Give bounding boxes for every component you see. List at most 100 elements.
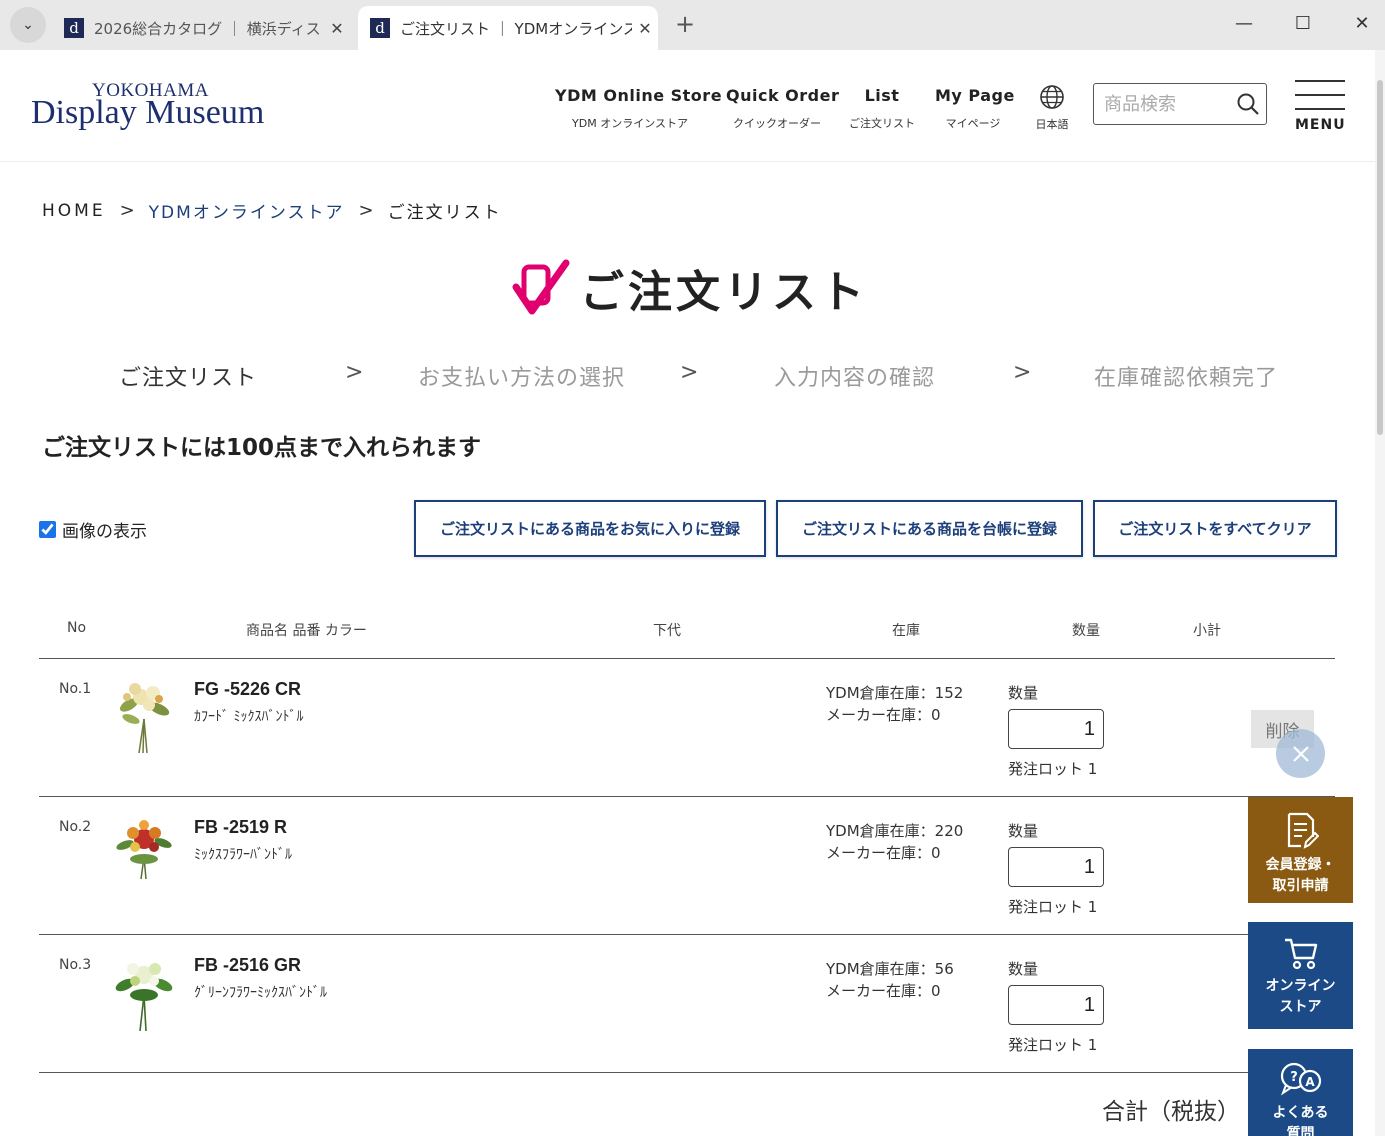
tab-close-icon[interactable]: ✕ <box>632 19 658 38</box>
tab-title: ご注文リスト ｜ YDMオンラインスト <box>400 19 632 38</box>
faq-line2: 質問 <box>1286 1126 1315 1136</box>
faq-button[interactable]: ? A よくある 質問 <box>1248 1049 1353 1136</box>
chevron-right-icon: > <box>119 200 135 221</box>
order-lot: 発注ロット 1 <box>1008 760 1098 778</box>
browser-tab-catalog[interactable]: d 2026総合カタログ ｜ 横浜ディス ✕ <box>58 6 350 50</box>
maker-stock: メーカー在庫：0 <box>826 982 941 1000</box>
menu-label: MENU <box>1295 117 1346 133</box>
logo-main-text[interactable]: Display Museum <box>31 94 264 132</box>
table-row: No.1 FG -5226 CR ｶﾌｰﾄﾞ ﾐｯｸｽﾊﾞﾝﾄﾞﾙ YDM倉庫在… <box>39 659 1335 796</box>
page-title-block: ご注文リスト <box>512 256 868 320</box>
browser-tab-order-list[interactable]: d ご注文リスト ｜ YDMオンラインスト ✕ <box>358 6 658 50</box>
site-favicon-icon: d <box>64 18 84 38</box>
floating-close-button[interactable] <box>1276 729 1325 778</box>
nav-my-page[interactable]: My Page マイページ <box>935 86 1015 131</box>
breadcrumb-home[interactable]: HOME <box>42 201 106 221</box>
order-lot: 発注ロット 1 <box>1008 1036 1098 1054</box>
quantity-input[interactable] <box>1008 985 1104 1025</box>
table-row: No.2 FB -2519 R ﾐｯｸｽﾌﾗﾜｰﾊﾞﾝﾄﾞﾙ YDM倉庫在庫：2… <box>39 797 1335 934</box>
window-close-button[interactable]: ✕ <box>1347 10 1377 38</box>
scrollbar-thumb[interactable] <box>1377 80 1383 435</box>
add-to-ledger-button[interactable]: ご注文リストにある商品を台帳に登録 <box>776 500 1083 557</box>
maker-stock: メーカー在庫：0 <box>826 706 941 724</box>
tab-search-button[interactable]: ⌄ <box>10 7 46 43</box>
quantity-label: 数量 <box>1008 684 1039 702</box>
chevron-down-icon: ⌄ <box>22 17 34 33</box>
page-scrollbar[interactable] <box>1375 50 1385 1136</box>
hamburger-icon <box>1295 80 1345 82</box>
product-code[interactable]: FB -2519 R <box>194 817 287 838</box>
nav-online-store[interactable]: YDM Online Store YDM オンラインストア <box>555 86 722 131</box>
show-images-toggle[interactable]: 画像の表示 <box>39 517 147 542</box>
store-line2: ストア <box>1279 999 1322 1015</box>
product-code[interactable]: FG -5226 CR <box>194 679 301 700</box>
breadcrumb: HOME > YDMオンラインストア > ご注文リスト <box>42 198 502 223</box>
nav-label-ja: YDM オンラインストア <box>572 117 688 130</box>
faq-chat-icon: ? A <box>1280 1062 1321 1096</box>
nav-quick-order[interactable]: Quick Order クイックオーダー <box>726 86 840 131</box>
add-to-favorites-button[interactable]: ご注文リストにある商品をお気に入りに登録 <box>414 500 766 557</box>
maximize-button[interactable]: ☐ <box>1288 10 1318 38</box>
show-images-checkbox[interactable] <box>39 521 56 538</box>
svg-text:?: ? <box>1290 1070 1298 1085</box>
chevron-right-icon: > <box>345 360 364 385</box>
member-line1: 会員登録・ <box>1265 857 1336 873</box>
search-input[interactable] <box>1104 92 1224 116</box>
maker-stock: メーカー在庫：0 <box>826 844 941 862</box>
quantity-label: 数量 <box>1008 960 1039 978</box>
page-title: ご注文リスト <box>580 267 868 318</box>
site-favicon-icon: d <box>370 18 390 38</box>
member-registration-button[interactable]: 会員登録・ 取引申請 <box>1248 797 1353 903</box>
minimize-button[interactable]: — <box>1229 10 1259 38</box>
step-stock-request-complete: 在庫確認依頼完了 <box>1094 366 1279 391</box>
chevron-right-icon: > <box>1013 360 1032 385</box>
globe-icon <box>1040 85 1064 109</box>
nav-label-en: List <box>864 86 900 105</box>
warehouse-stock: YDM倉庫在庫：220 <box>826 822 964 840</box>
clear-all-button[interactable]: ご注文リストをすべてクリア <box>1093 500 1337 557</box>
total-label: 合計（税抜） <box>1102 1099 1240 1125</box>
product-name: ｶﾌｰﾄﾞ ﾐｯｸｽﾊﾞﾝﾄﾞﾙ <box>194 709 304 725</box>
column-header-stock: 在庫 <box>892 623 920 639</box>
step-order-list: ご注文リスト <box>119 366 258 391</box>
search-box <box>1093 83 1267 125</box>
column-header-price: 下代 <box>653 623 681 639</box>
table-divider <box>39 1072 1335 1073</box>
column-header-qty: 数量 <box>1072 623 1100 639</box>
svg-text:A: A <box>1305 1075 1315 1089</box>
product-code[interactable]: FB -2516 GR <box>194 955 301 976</box>
close-icon <box>1292 745 1309 762</box>
quantity-input[interactable] <box>1008 847 1104 887</box>
column-header-no: No <box>67 620 87 636</box>
store-line1: オンライン <box>1265 978 1336 994</box>
nav-label-ja: マイページ <box>945 117 1001 130</box>
warehouse-stock: YDM倉庫在庫：152 <box>826 684 964 702</box>
chevron-right-icon: > <box>680 360 699 385</box>
product-thumbnail[interactable] <box>111 813 177 893</box>
order-limit-notice: ご注文リストには100点まで入れられます <box>42 435 482 461</box>
online-store-side-button[interactable]: オンライン ストア <box>1248 922 1353 1029</box>
step-confirm-input: 入力内容の確認 <box>774 366 936 391</box>
language-selector[interactable]: 日本語 <box>1034 84 1070 132</box>
nav-label-ja: クイックオーダー <box>733 117 821 130</box>
product-name: ﾐｯｸｽﾌﾗﾜｰﾊﾞﾝﾄﾞﾙ <box>194 847 292 863</box>
product-name: ｸﾞﾘｰﾝﾌﾗﾜｰﾐｯｸｽﾊﾞﾝﾄﾞﾙ <box>194 985 327 1001</box>
new-tab-button[interactable]: + <box>672 10 698 38</box>
quantity-input[interactable] <box>1008 709 1104 749</box>
member-line2: 取引申請 <box>1272 878 1329 894</box>
product-thumbnail[interactable] <box>111 951 177 1031</box>
menu-button[interactable]: MENU <box>1295 80 1345 135</box>
cart-icon <box>1284 938 1317 970</box>
product-thumbnail[interactable] <box>111 675 177 755</box>
nav-label-en: My Page <box>935 86 1015 105</box>
nav-list[interactable]: List ご注文リスト <box>847 86 917 131</box>
row-number: No.2 <box>59 819 92 835</box>
nav-label-en: Quick Order <box>726 86 840 105</box>
browser-tab-bar: ⌄ d 2026総合カタログ ｜ 横浜ディス ✕ d ご注文リスト ｜ YDMオ… <box>0 0 1385 50</box>
search-icon[interactable] <box>1236 92 1260 116</box>
breadcrumb-online-store[interactable]: YDMオンラインストア <box>149 198 345 223</box>
row-number: No.1 <box>59 681 92 697</box>
table-row: No.3 FB -2516 GR ｸﾞﾘｰﾝﾌﾗﾜｰﾐｯｸｽﾊﾞﾝﾄﾞﾙ YDM… <box>39 935 1335 1072</box>
quantity-label: 数量 <box>1008 822 1039 840</box>
tab-close-icon[interactable]: ✕ <box>324 19 350 38</box>
